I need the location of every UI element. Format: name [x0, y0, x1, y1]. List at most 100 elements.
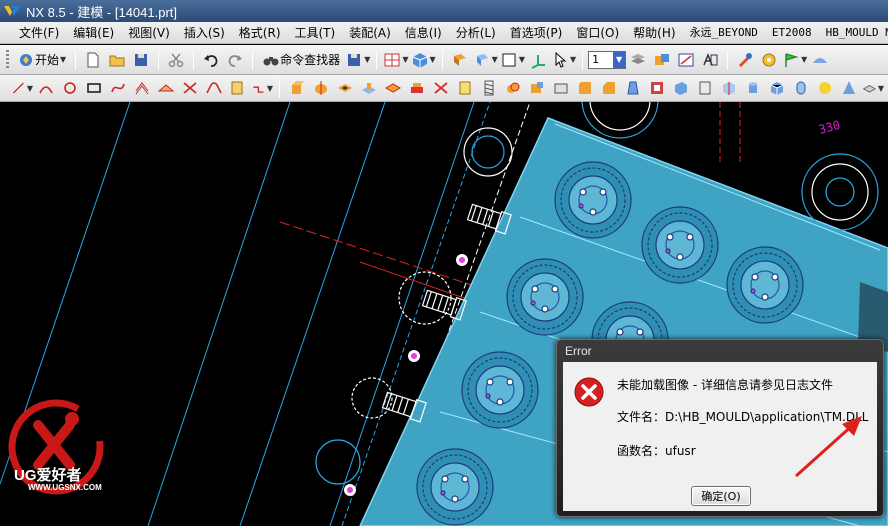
toolbar-grip[interactable] — [6, 49, 9, 70]
hole-button[interactable] — [334, 77, 356, 99]
orient-view-button[interactable] — [449, 49, 471, 71]
extrude-button[interactable] — [286, 77, 308, 99]
menu-preferences[interactable]: 首选项(P) — [503, 22, 570, 43]
groove-button[interactable] — [430, 77, 452, 99]
menu-information[interactable]: 信息(I) — [398, 22, 449, 43]
trim-body-icon — [699, 81, 711, 95]
window-title: NX 8.5 - 建模 - [14041.prt] — [26, 4, 178, 20]
trim-curve-icon — [231, 81, 243, 95]
pocket-button[interactable] — [382, 77, 404, 99]
undo-icon — [204, 54, 218, 67]
menu-insert[interactable]: 插入(S) — [177, 22, 232, 43]
sphere-button[interactable] — [814, 77, 836, 99]
layer-settings-button[interactable] — [627, 49, 649, 71]
line-button[interactable]: ▼ — [11, 77, 33, 99]
menu-help[interactable]: 帮助(H) — [626, 22, 682, 43]
save-button[interactable] — [130, 49, 152, 71]
project-curve-button[interactable] — [155, 77, 177, 99]
intersect-button[interactable] — [550, 77, 572, 99]
section-view-icon — [678, 53, 694, 66]
unite-button[interactable] — [502, 77, 524, 99]
tube-icon — [796, 81, 806, 95]
start-button[interactable]: 开始 ▼ — [14, 49, 69, 71]
menu-tools[interactable]: 工具(T) — [288, 22, 343, 43]
background-button[interactable]: ▼ — [500, 49, 525, 71]
new-file-icon — [87, 52, 99, 67]
revolve-button[interactable] — [310, 77, 332, 99]
menu-et2008[interactable]: ET2008 — [765, 22, 819, 43]
layout-button[interactable]: ▼ — [383, 49, 409, 71]
edge-blend-button[interactable] — [574, 77, 596, 99]
error-message: 未能加载图像 - 详细信息请参见日志文件 — [617, 378, 833, 392]
intersect-icon — [554, 83, 568, 94]
cone-button[interactable] — [838, 77, 860, 99]
intersect-curve-button[interactable] — [179, 77, 201, 99]
draft-button[interactable] — [622, 77, 644, 99]
bridge-curve-button[interactable] — [203, 77, 225, 99]
wcs-button[interactable] — [527, 49, 549, 71]
pad-icon — [411, 83, 423, 93]
offset-face-button[interactable] — [670, 77, 692, 99]
trim-curve-button[interactable] — [227, 77, 249, 99]
view-section-button[interactable] — [675, 49, 697, 71]
arc-button[interactable] — [35, 77, 57, 99]
block-button[interactable] — [766, 77, 788, 99]
view-cube-icon — [476, 53, 488, 66]
flag-icon — [785, 52, 799, 67]
menu-analysis[interactable]: 分析(L) — [449, 22, 503, 43]
view-button[interactable]: ▼ — [473, 49, 498, 71]
pad-button[interactable] — [406, 77, 428, 99]
menu-edit[interactable]: 编辑(E) — [66, 22, 121, 43]
menu-view[interactable]: 视图(V) — [121, 22, 177, 43]
command-finder-button[interactable]: 命令查找器 — [259, 49, 343, 71]
cut-button[interactable] — [165, 49, 187, 71]
toolbar-separator — [727, 49, 729, 70]
toolbar-separator — [193, 49, 195, 70]
offset-curve-button[interactable] — [131, 77, 153, 99]
new-button[interactable] — [82, 49, 104, 71]
shell-button[interactable] — [646, 77, 668, 99]
menu-assembly[interactable]: 装配(A) — [342, 22, 398, 43]
chamfer-button[interactable] — [598, 77, 620, 99]
rectangle-button[interactable] — [83, 77, 105, 99]
subtract-button[interactable] — [526, 77, 548, 99]
trim-body-button[interactable] — [694, 77, 716, 99]
render-style-button[interactable]: ▼ — [411, 49, 436, 71]
toolbar-separator — [441, 49, 443, 70]
tool-b-button[interactable] — [758, 49, 780, 71]
spline-button[interactable] — [107, 77, 129, 99]
undo-button[interactable] — [200, 49, 222, 71]
move-to-layer-button[interactable] — [651, 49, 673, 71]
redo-button[interactable] — [224, 49, 246, 71]
boss-button[interactable] — [358, 77, 380, 99]
display-options-button[interactable] — [699, 49, 721, 71]
menu-beyond[interactable]: 永远_BEYOND — [683, 22, 765, 43]
join-curve-button[interactable]: ▼ — [251, 77, 273, 99]
menu-window[interactable]: 窗口(O) — [569, 22, 626, 43]
title-bar: NX 8.5 - 建模 - [14041.prt] — [0, 0, 888, 22]
tool-a-button[interactable] — [734, 49, 756, 71]
tool-icon — [739, 52, 753, 67]
open-button[interactable] — [106, 49, 128, 71]
start-icon — [20, 53, 32, 66]
standard-toolbar: 开始 ▼ 命令查找器 ▼ ▼ ▼ ▼ ▼ ▼ 1 ▼ ▼ — [0, 45, 888, 75]
work-layer-select[interactable]: 1 ▼ — [588, 50, 627, 69]
menu-format[interactable]: 格式(R) — [232, 22, 288, 43]
tool-c-button[interactable]: ▼ — [782, 49, 807, 71]
ok-button[interactable]: 确定(O) — [691, 486, 751, 506]
slot-button[interactable] — [454, 77, 476, 99]
split-body-button[interactable] — [718, 77, 740, 99]
menu-hb-mould[interactable]: HB_MOULD M — [819, 22, 888, 43]
circle-button[interactable] — [59, 77, 81, 99]
tool-d-button[interactable] — [809, 49, 831, 71]
save-icon — [135, 53, 148, 66]
save-options-button[interactable]: ▼ — [345, 49, 370, 71]
menu-file[interactable]: 文件(F) — [12, 22, 66, 43]
circle-icon — [64, 82, 76, 94]
thread-button[interactable] — [478, 77, 500, 99]
cylinder-button[interactable] — [742, 77, 764, 99]
tube-button[interactable] — [790, 77, 812, 99]
datum-plane-button[interactable]: ▼ — [862, 77, 884, 99]
wcs-icon — [531, 54, 545, 69]
selection-options-button[interactable]: ▼ — [551, 49, 576, 71]
